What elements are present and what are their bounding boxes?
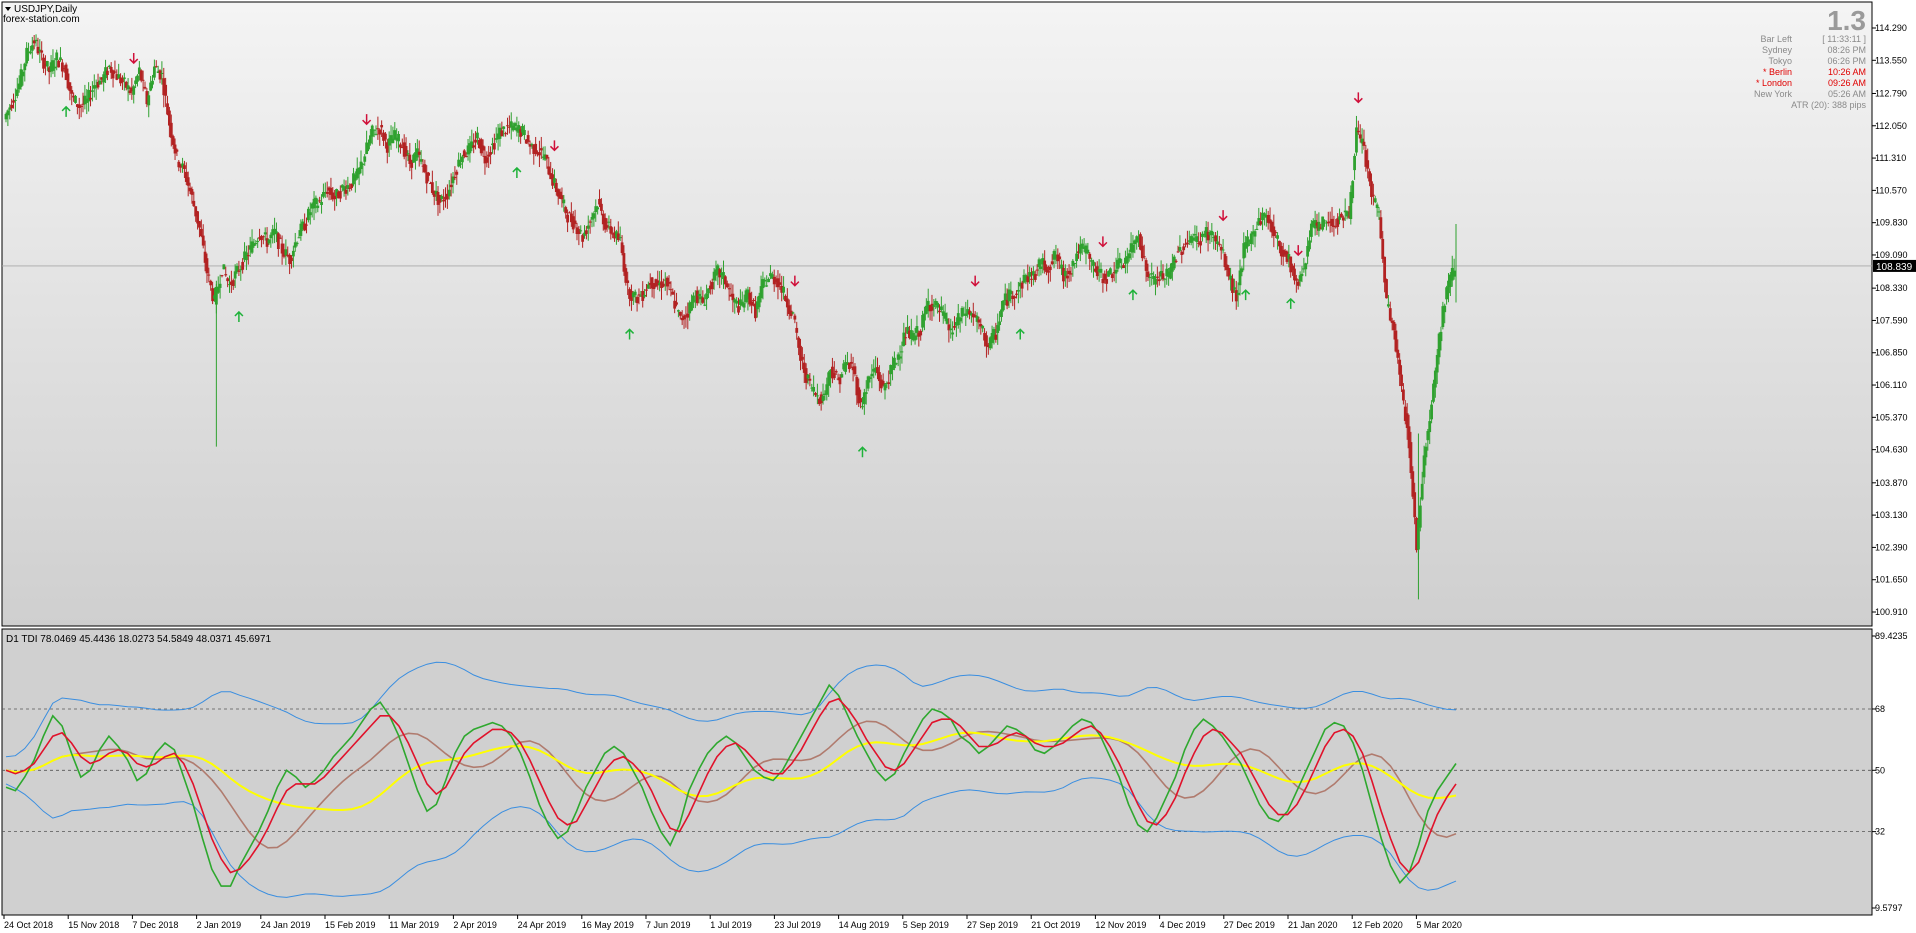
y-tick-label: 104.630 [1875, 445, 1908, 455]
x-tick-label: 23 Jul 2019 [774, 920, 821, 930]
x-tick-label: 16 May 2019 [582, 920, 634, 930]
y-tick-label: 107.590 [1875, 315, 1908, 325]
y-tick-label: 114.290 [1875, 23, 1907, 33]
x-tick-label: 12 Feb 2020 [1352, 920, 1403, 930]
info-row-label: * London [1756, 78, 1792, 88]
y-tick-label: 112.790 [1875, 88, 1907, 98]
x-tick-label: 14 Aug 2019 [839, 920, 890, 930]
x-tick-label: 24 Oct 2018 [4, 920, 53, 930]
main-panel[interactable] [1, 1, 1873, 627]
info-row-value: 08:26 PM [1827, 45, 1866, 55]
y-tick-label: 108.330 [1875, 283, 1908, 293]
x-tick-label: 27 Dec 2019 [1224, 920, 1275, 930]
y-tick-label: 103.870 [1875, 478, 1908, 488]
candle [1385, 278, 1388, 299]
x-tick-label: 7 Dec 2018 [132, 920, 178, 930]
info-row-label: New York [1754, 89, 1793, 99]
indicator-tick-label: 50 [1875, 765, 1885, 775]
x-tick-label: 1 Jul 2019 [710, 920, 752, 930]
x-tick-label: 4 Dec 2019 [1160, 920, 1206, 930]
x-tick-label: 2 Apr 2019 [453, 920, 497, 930]
y-tick-label: 112.050 [1875, 121, 1907, 131]
y-tick-label: 100.910 [1875, 607, 1908, 617]
candle [1109, 267, 1112, 275]
candle [74, 94, 77, 104]
x-tick-label: 24 Jan 2019 [261, 920, 311, 930]
info-row-label: * Berlin [1763, 67, 1792, 77]
y-tick-label: 113.550 [1875, 55, 1907, 65]
candle [1172, 254, 1176, 271]
x-tick-label: 15 Nov 2018 [68, 920, 119, 930]
info-row-value: 09:26 AM [1828, 78, 1866, 88]
info-row-label: Bar Left [1760, 34, 1792, 44]
x-tick-label: 15 Feb 2019 [325, 920, 376, 930]
info-row-label: ATR (20): 388 pips [1791, 100, 1866, 110]
current-price-label: 108.839 [1876, 262, 1913, 273]
indicator-tick-label: 32 [1875, 827, 1885, 837]
x-tick-label: 12 Nov 2019 [1095, 920, 1146, 930]
indicator-tick-label: 89.4235 [1875, 631, 1908, 641]
candle [222, 264, 226, 270]
x-tick-label: 11 Mar 2019 [389, 920, 439, 930]
candle [1001, 300, 1005, 312]
y-tick-label: 111.310 [1875, 153, 1906, 163]
indicator-y-axis: 89.4235 68 50 32 9.5797 [1872, 631, 1908, 913]
x-axis: 24 Oct 2018 15 Nov 2018 7 Dec 2018 2 Jan 20… [3, 915, 1462, 930]
y-tick-label: 109.830 [1875, 218, 1908, 228]
indicator-tick-label: 9.5797 [1875, 903, 1903, 913]
y-tick-label: 103.130 [1875, 510, 1908, 520]
x-tick-label: 21 Jan 2020 [1288, 920, 1338, 930]
y-tick-label: 109.090 [1875, 250, 1908, 260]
info-row-label: Sydney [1762, 45, 1793, 55]
main-y-axis: 114.290 113.550 112.790 112.050 111.310 110.5… [1872, 23, 1908, 617]
current-price-tag: 108.839 [1873, 259, 1916, 273]
watermark: forex-station.com [3, 14, 80, 25]
x-tick-label: 5 Sep 2019 [903, 920, 949, 930]
y-tick-label: 106.850 [1875, 348, 1908, 358]
info-row-value: 10:26 AM [1828, 67, 1866, 77]
indicator-label: D1 TDI 78.0469 45.4436 18.0273 54.5849 4… [6, 634, 271, 645]
candle [1321, 216, 1325, 232]
info-row-value: 05:26 AM [1828, 89, 1866, 99]
x-tick-label: 2 Jan 2019 [197, 920, 242, 930]
y-tick-label: 106.110 [1875, 380, 1907, 390]
x-tick-label: 7 Jun 2019 [646, 920, 691, 930]
x-tick-label: 21 Oct 2019 [1031, 920, 1080, 930]
info-row-label: Tokyo [1768, 56, 1792, 66]
indicator-panel[interactable] [1, 628, 1873, 916]
info-row-value: 06:26 PM [1827, 56, 1866, 66]
y-tick-label: 102.390 [1875, 542, 1908, 552]
indicator-tick-label: 68 [1875, 704, 1885, 714]
info-big-value: 1.3 [1827, 5, 1866, 36]
x-tick-label: 24 Apr 2019 [518, 920, 567, 930]
chart-root: 114.290 113.550 112.790 112.050 111.310 110.5… [1, 1, 1916, 930]
y-tick-label: 105.370 [1875, 412, 1908, 422]
y-tick-label: 110.570 [1875, 185, 1907, 195]
symbol-header[interactable]: USDJPY,Daily forex-station.com [3, 4, 80, 25]
x-tick-label: 5 Mar 2020 [1416, 920, 1462, 930]
candle [57, 59, 60, 68]
info-row-value: [ 11:33:11 ] [1822, 34, 1866, 44]
y-tick-label: 101.650 [1875, 575, 1908, 585]
x-tick-label: 27 Sep 2019 [967, 920, 1018, 930]
